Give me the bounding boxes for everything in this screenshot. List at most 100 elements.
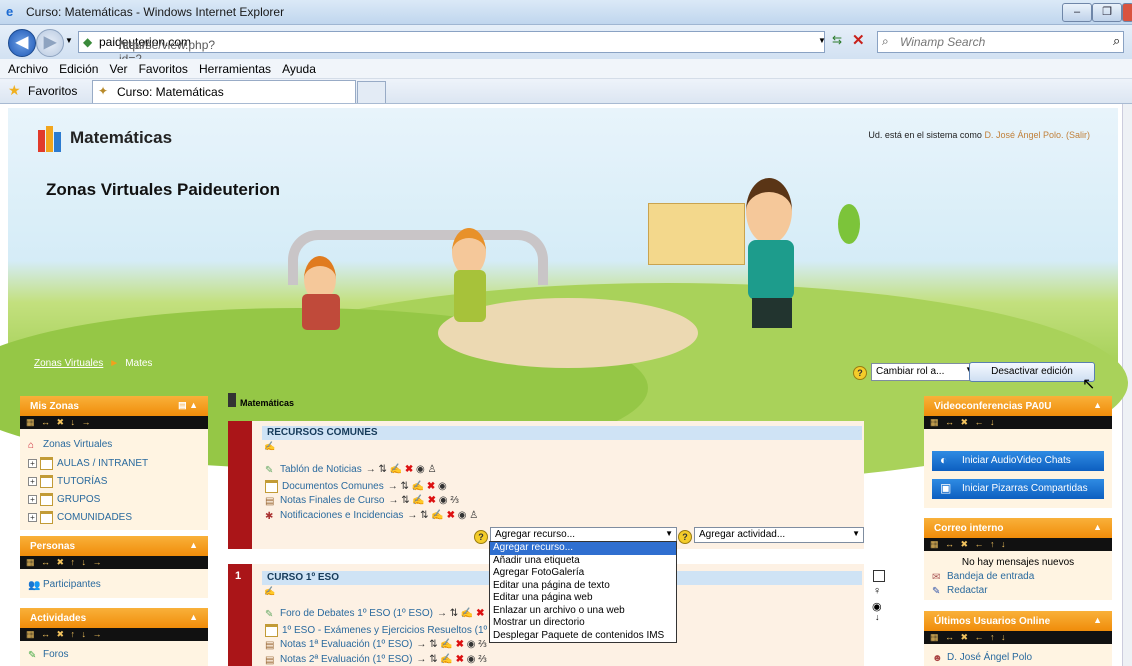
resource-edit-tools[interactable]: → ⇅ ✍ ✖ ◉ [388, 481, 447, 492]
expand-icon[interactable]: + [28, 459, 37, 468]
online-user[interactable]: ☻ D. José Ángel Polo [932, 652, 1033, 664]
menu-favoritos[interactable]: Favoritos [139, 62, 188, 76]
inbox-link[interactable]: ✉ Bandeja de entrada [932, 571, 1035, 583]
block-mis-zonas-header: Mis Zonas ▤ ▲ [20, 396, 208, 416]
dropdown-option[interactable]: Agregar recurso... [490, 542, 676, 555]
role-select[interactable]: Cambiar rol a... ▼ [871, 363, 977, 381]
resource-item[interactable]: ✎ Foro de Debates 1º ESO (1º ESO) → ⇅ ✍ ✖ [265, 608, 485, 620]
chevron-down-icon: ▼ [665, 529, 673, 538]
block-edit-icons: ▦ ↔ ✖ ↑ ↓ → [20, 556, 208, 569]
dropdown-option[interactable]: Enlazar un archivo o una web [490, 605, 676, 618]
maximize-button[interactable]: ❐ [1092, 3, 1122, 22]
dropdown-option[interactable]: Desplegar Paquete de contenidos IMS [490, 630, 676, 643]
resource-item[interactable]: ▤ Notas Finales de Curso → ⇅ ✍ ✖ ◉ ⅔ [265, 495, 459, 507]
mis-zonas-item[interactable]: + AULAS / INTRANET [28, 457, 148, 470]
resource-item[interactable]: ▤ Notas 2ª Evaluación (1º ESO) → ⇅ ✍ ✖ ◉ ⅔ [265, 654, 487, 666]
new-tab-button[interactable] [357, 81, 386, 103]
help-icon[interactable]: ? [853, 366, 867, 380]
block-online-header: Últimos Usuarios Online ▲ [924, 611, 1112, 631]
block-personas-header: Personas ▲ [20, 536, 208, 556]
inbox-icon: ✉ [932, 571, 941, 583]
resource-label: Foro de Debates 1º ESO (1º ESO) [280, 608, 433, 619]
webcam-icon: ◐ [940, 453, 948, 467]
expand-icon[interactable]: + [28, 477, 37, 486]
resource-edit-tools[interactable]: → ⇅ ✍ ✖ ◉ ♙ [407, 510, 478, 521]
menu-archivo[interactable]: Archivo [8, 62, 48, 76]
logout-link[interactable]: (Salir) [1066, 130, 1090, 140]
menu-ver[interactable]: Ver [110, 62, 128, 76]
folder-icon [40, 511, 53, 524]
section-highlight-checkbox[interactable] [873, 570, 885, 582]
back-button[interactable]: ◀ [8, 29, 36, 57]
add-activity-select[interactable]: Agregar actividad... ▼ [694, 527, 864, 543]
participantes-link[interactable]: 👥 Participantes [28, 579, 101, 591]
menu-edicion[interactable]: Edición [59, 62, 98, 76]
collapse-icon[interactable]: ▲ [1093, 400, 1102, 410]
compose-link[interactable]: ✎ Redactar [932, 585, 988, 597]
expand-icon[interactable]: + [28, 495, 37, 504]
mis-zonas-item[interactable]: + COMUNIDADES [28, 511, 132, 524]
mis-zonas-item[interactable]: + GRUPOS [28, 493, 100, 506]
login-user-link[interactable]: D. José Ángel Polo. [984, 130, 1063, 140]
resource-edit-tools[interactable]: → ⇅ ✍ ✖ ◉ ⅔ [416, 639, 486, 650]
resource-edit-tools[interactable]: → ⇅ ✍ ✖ ◉ ♙ [366, 464, 437, 475]
search-input[interactable]: ⌕ Winamp Search [877, 31, 1124, 53]
url-dropdown-icon[interactable]: ▼ [818, 36, 826, 45]
browser-tab-active[interactable]: ✦ Curso: Matemáticas [92, 80, 356, 103]
collapse-icon[interactable]: ▤ ▲ [178, 400, 198, 411]
folder-icon [265, 480, 278, 493]
close-window-button[interactable] [1122, 3, 1132, 22]
history-dropdown-icon[interactable]: ▼ [65, 36, 73, 45]
mis-zonas-item[interactable]: ⌂ Zonas Virtuales [28, 439, 113, 451]
toggle-edit-button[interactable]: Desactivar edición [969, 362, 1095, 382]
help-icon[interactable]: ? [474, 530, 488, 544]
dropdown-option[interactable]: Editar una página web [490, 592, 676, 605]
resource-edit-tools[interactable]: → ⇅ ✍ ✖ ◉ ⅔ [389, 495, 459, 506]
breadcrumb-zonas[interactable]: Zonas Virtuales [34, 358, 103, 369]
help-icon[interactable]: ? [678, 530, 692, 544]
resource-item[interactable]: 1º ESO - Exámenes y Ejercicios Resueltos… [265, 624, 503, 637]
dropdown-option[interactable]: Mostrar un directorio [490, 617, 676, 630]
refresh-icon[interactable]: ⇆ [832, 33, 842, 47]
expand-icon[interactable]: + [28, 513, 37, 522]
minimize-button[interactable]: – [1062, 3, 1092, 22]
resource-item[interactable]: Documentos Comunes → ⇅ ✍ ✖ ◉ [265, 480, 447, 493]
edit-summary-icon[interactable]: ✍ [264, 441, 275, 452]
collapse-icon[interactable]: ▲ [189, 540, 198, 550]
menu-herramientas[interactable]: Herramientas [199, 62, 271, 76]
resource-edit-tools[interactable]: → ⇅ ✍ ✖ [437, 608, 485, 619]
favorites-bar: ★ Favoritos ✦ Curso: Matemáticas [0, 79, 1132, 104]
resource-item[interactable]: ✎ Tablón de Noticias → ⇅ ✍ ✖ ◉ ♙ [265, 464, 437, 476]
item-label: Zonas Virtuales [43, 439, 113, 450]
stop-icon[interactable]: ✕ [852, 31, 865, 49]
section-0: RECURSOS COMUNES ✍ ✎ Tablón de Noticias → … [228, 421, 864, 549]
resource-item[interactable]: ✱ Notificaciones e Incidencias → ⇅ ✍ ✖ ◉ ♙ [265, 510, 478, 522]
resource-edit-tools[interactable]: → ⇅ ✍ ✖ ◉ ⅔ [416, 654, 486, 665]
dropdown-option[interactable]: Añadir una etiqueta [490, 555, 676, 568]
menu-ayuda[interactable]: Ayuda [282, 62, 316, 76]
search-icon[interactable]: ⌕ [1113, 33, 1120, 49]
forum-icon: ✎ [265, 608, 274, 620]
lightbulb-icon[interactable]: ♀ [873, 585, 881, 597]
favorites-button[interactable]: Favoritos [28, 84, 77, 98]
block-mail-header: Correo interno ▲ [924, 518, 1112, 538]
address-bar-area: ◀ ▶ ▼ ◆ http://paideuterion.com/course/v… [0, 25, 1132, 66]
forward-button[interactable]: ▶ [36, 29, 64, 57]
collapse-icon[interactable]: ▲ [1093, 522, 1102, 532]
collapse-icon[interactable]: ▲ [1093, 615, 1102, 625]
edit-summary-icon[interactable]: ✍ [264, 586, 275, 597]
search-placeholder: Winamp Search [900, 35, 986, 49]
url-input[interactable]: ◆ http://paideuterion.com/course/view.ph… [78, 31, 825, 66]
resource-item[interactable]: ▤ Notas 1ª Evaluación (1º ESO) → ⇅ ✍ ✖ ◉ ⅔ [265, 639, 487, 651]
forum-icon: ✎ [28, 649, 37, 661]
link-label: Bandeja de entrada [947, 571, 1035, 582]
audio-video-chat-button[interactable]: Iniciar AudioVideo Chats [932, 451, 1104, 471]
collapse-icon[interactable]: ▲ [189, 612, 198, 622]
move-down-icon[interactable]: ↓ [875, 612, 880, 622]
foros-link[interactable]: ✎ Foros [28, 649, 69, 661]
dropdown-option[interactable]: Agregar FotoGalería [490, 567, 676, 580]
user-name: D. José Ángel Polo [947, 652, 1033, 663]
mis-zonas-item[interactable]: + TUTORÍAS [28, 475, 107, 488]
dropdown-option[interactable]: Editar una página de texto [490, 580, 676, 593]
whiteboard-button[interactable]: Iniciar Pizarras Compartidas [932, 479, 1104, 499]
